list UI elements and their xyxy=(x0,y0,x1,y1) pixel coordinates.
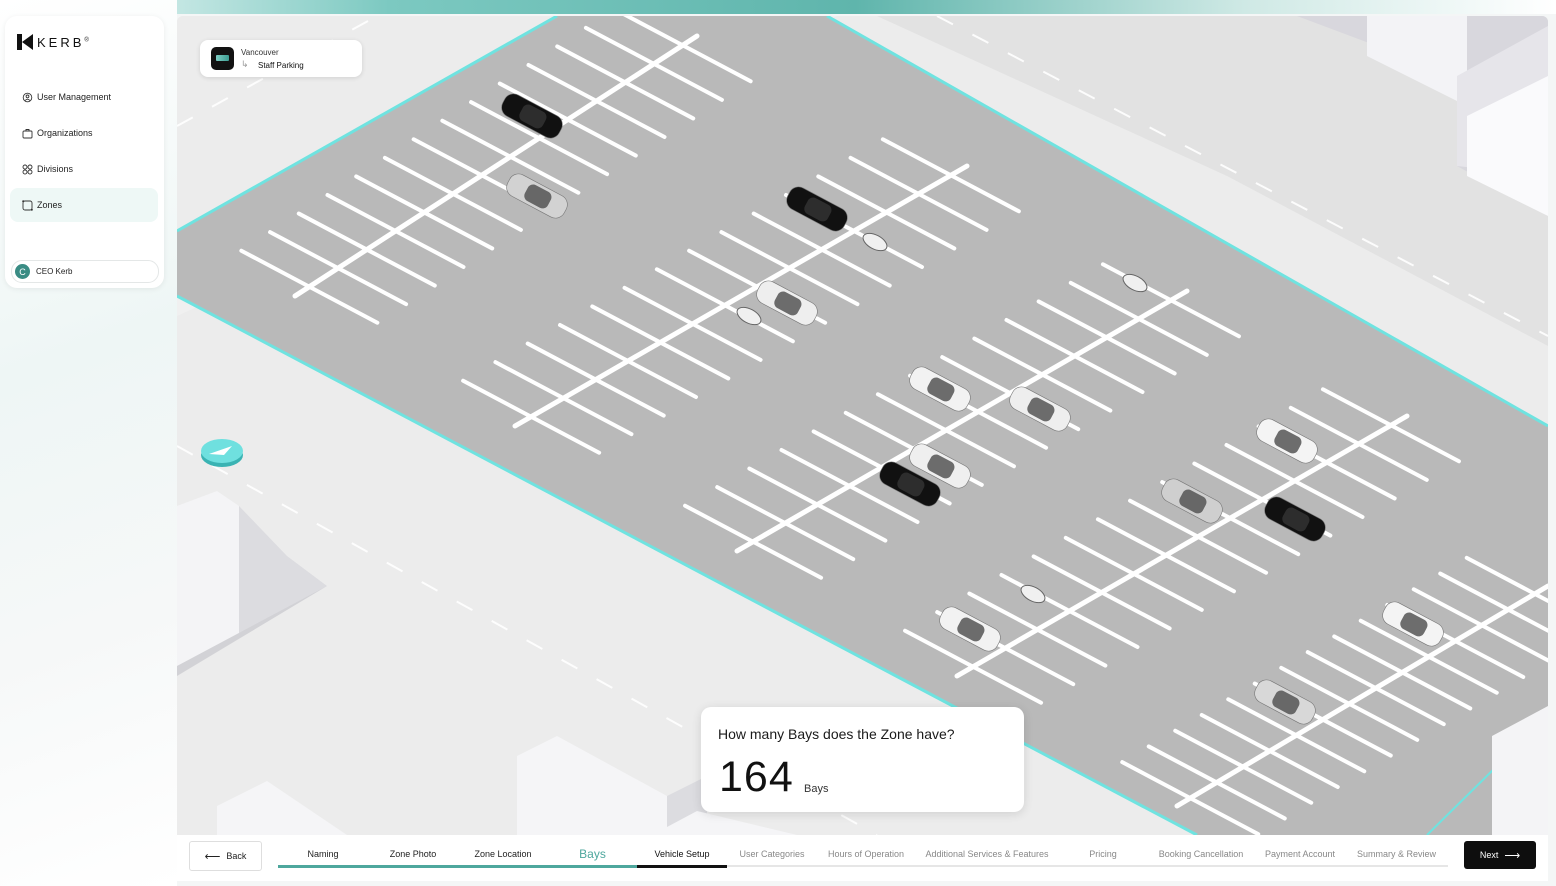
zone-breadcrumb[interactable]: Vancouver ↳ Staff Parking xyxy=(200,40,362,77)
grid-circles-icon xyxy=(22,164,33,175)
user-gear-icon xyxy=(22,92,33,103)
next-label: Next xyxy=(1479,850,1499,860)
step-vehicle-setup[interactable]: Vehicle Setup xyxy=(637,840,727,868)
bays-unit-label: Bays xyxy=(804,783,829,795)
user-profile-chip[interactable]: C CEO Kerb xyxy=(11,260,159,283)
step-naming[interactable]: Naming xyxy=(278,840,368,868)
progress-completed xyxy=(278,865,637,868)
arrow-left-icon: ⟵ xyxy=(204,850,221,863)
step-booking-cancellation[interactable]: Booking Cancellation xyxy=(1147,840,1255,868)
step-zone-location[interactable]: Zone Location xyxy=(458,840,548,868)
wizard-steps: Naming Zone Photo Zone Location Bays Veh… xyxy=(278,840,1448,868)
breadcrumb-city: Vancouver xyxy=(241,48,279,57)
kerb-logo[interactable]: KERB® xyxy=(17,34,89,50)
sidebar-item-label: Divisions xyxy=(37,164,74,174)
step-zone-photo[interactable]: Zone Photo xyxy=(368,840,458,868)
sidebar-item-user-management[interactable]: User Management xyxy=(10,80,158,114)
zone-icon xyxy=(22,199,33,211)
step-pricing[interactable]: Pricing xyxy=(1059,840,1147,868)
step-additional-services[interactable]: Additional Services & Features xyxy=(915,840,1059,868)
zone-thumbnail-icon xyxy=(211,47,234,70)
back-button[interactable]: ⟵ Back xyxy=(189,841,262,871)
arrow-right-icon: ⟶ xyxy=(1504,849,1521,862)
back-label: Back xyxy=(226,851,247,861)
step-bays[interactable]: Bays xyxy=(548,840,637,868)
sidebar-item-divisions[interactable]: Divisions xyxy=(10,152,158,186)
step-user-categories[interactable]: User Categories xyxy=(727,840,817,868)
user-name: CEO Kerb xyxy=(36,267,73,276)
bays-count-value[interactable]: 164 xyxy=(719,753,794,802)
bays-question-card: How many Bays does the Zone have? 164 Ba… xyxy=(701,707,1024,812)
progress-current xyxy=(637,865,727,868)
step-payment-account[interactable]: Payment Account xyxy=(1255,840,1345,868)
logo-text: KERB® xyxy=(37,34,89,50)
sidebar-item-label: Organizations xyxy=(37,128,93,138)
question-text: How many Bays does the Zone have? xyxy=(718,726,955,742)
top-accent-bar xyxy=(0,0,1556,14)
sidebar-item-label: User Management xyxy=(37,92,112,102)
sidebar-nav: User Management Organizations Divisions … xyxy=(10,80,158,224)
kerb-logo-mark-icon xyxy=(17,34,33,50)
compass-navigate-icon[interactable] xyxy=(200,438,244,468)
breadcrumb-zone: Staff Parking xyxy=(258,61,304,70)
sidebar: KERB® User Management Organizations Divi… xyxy=(5,16,164,288)
sidebar-item-label: Zones xyxy=(37,200,63,210)
step-hours-of-operation[interactable]: Hours of Operation xyxy=(817,840,915,868)
step-summary-review[interactable]: Summary & Review xyxy=(1345,840,1448,868)
briefcase-icon xyxy=(22,128,33,139)
sidebar-item-zones[interactable]: Zones xyxy=(10,188,158,222)
avatar: C xyxy=(15,264,30,279)
subdirectory-arrow-icon: ↳ xyxy=(241,59,249,69)
next-button[interactable]: Next ⟶ xyxy=(1464,841,1536,869)
sidebar-item-organizations[interactable]: Organizations xyxy=(10,116,158,150)
